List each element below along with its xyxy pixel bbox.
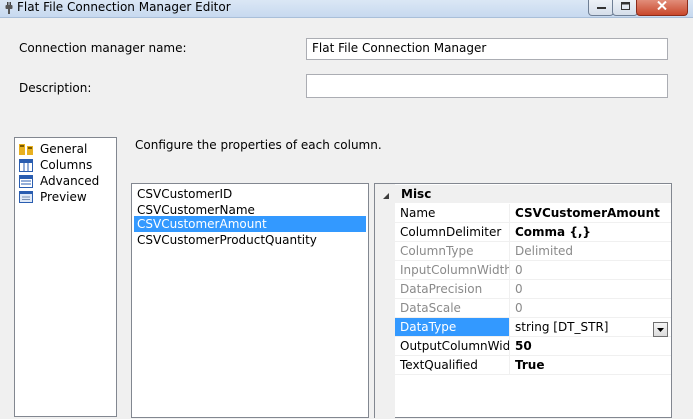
property-name: TextQualified <box>395 356 510 374</box>
property-row-output-column-width[interactable]: OutputColumnWidth 50 <box>395 337 671 356</box>
property-name: ColumnDelimiter <box>395 223 510 241</box>
property-name: ColumnType <box>395 242 510 260</box>
property-value[interactable]: Comma {,} <box>511 223 671 241</box>
nav-item-label: Columns <box>40 158 93 172</box>
dropdown-button[interactable] <box>653 322 668 337</box>
connection-name-input[interactable]: Flat File Connection Manager <box>306 38 668 60</box>
property-value[interactable]: 50 <box>511 337 671 355</box>
nav-item-advanced[interactable]: Advanced <box>19 173 99 189</box>
nav-item-general[interactable]: General <box>19 141 87 157</box>
property-row-text-qualified[interactable]: TextQualified True <box>395 356 671 375</box>
property-row-input-column-width[interactable]: InputColumnWidth 0 <box>395 261 671 280</box>
advanced-icon <box>19 174 34 188</box>
property-name: InputColumnWidth <box>395 261 510 279</box>
general-icon <box>19 143 34 156</box>
property-name: OutputColumnWidth <box>395 337 510 355</box>
description-input[interactable] <box>306 74 668 98</box>
nav-item-columns[interactable]: Columns <box>19 157 92 173</box>
nav-item-label: Advanced <box>40 174 100 188</box>
property-value: 0 <box>515 301 523 315</box>
property-name: DataType <box>395 318 510 336</box>
property-value: 0 <box>515 263 523 277</box>
property-value[interactable]: CSVCustomerAmount <box>511 204 671 222</box>
property-value: Delimited <box>515 244 574 258</box>
nav-item-preview[interactable]: Preview <box>19 189 87 205</box>
list-item-selected[interactable]: CSVCustomerAmount <box>134 216 366 232</box>
columns-icon <box>19 158 34 172</box>
property-row-column-type[interactable]: ColumnType Delimited <box>395 242 671 261</box>
property-name: DataScale <box>395 299 510 317</box>
property-name: Name <box>395 204 510 222</box>
property-row-data-type[interactable]: DataType string [DT_STR] <box>395 318 671 337</box>
list-item[interactable]: CSVCustomerProductQuantity <box>134 232 366 248</box>
page-navigation-list: General Columns Advanced Preview <box>14 137 117 417</box>
description-label: Description: <box>19 81 92 95</box>
list-item[interactable]: CSVCustomerID <box>134 186 366 202</box>
property-row-column-delimiter[interactable]: ColumnDelimiter Comma {,} <box>395 223 671 242</box>
connection-name-label: Connection manager name: <box>19 41 187 55</box>
property-value: 0 <box>515 282 523 296</box>
property-name: DataPrecision <box>395 280 510 298</box>
preview-icon <box>19 190 34 204</box>
instruction-text: Configure the properties of each column. <box>135 138 382 152</box>
chevron-down-icon <box>657 327 664 332</box>
column-list[interactable]: CSVCustomerID CSVCustomerName CSVCustome… <box>131 183 369 418</box>
minimize-icon <box>596 6 606 9</box>
maximize-icon <box>620 1 630 10</box>
window-title: Flat File Connection Manager Editor <box>17 0 231 14</box>
close-icon <box>657 1 667 10</box>
maximize-button[interactable] <box>612 0 638 16</box>
collapse-arrow-icon[interactable] <box>382 189 390 203</box>
nav-item-label: Preview <box>40 190 87 204</box>
category-label: Misc <box>401 187 432 201</box>
nav-item-label: General <box>40 142 88 156</box>
data-type-dropdown[interactable]: string [DT_STR] <box>511 318 671 336</box>
property-grid[interactable]: Misc Name CSVCustomerAmount ColumnDelimi… <box>374 183 672 419</box>
category-row[interactable]: Misc <box>375 185 671 203</box>
property-row-name[interactable]: Name CSVCustomerAmount <box>395 204 671 223</box>
close-button[interactable] <box>636 0 688 16</box>
minimize-button[interactable] <box>588 0 614 16</box>
property-row-data-precision[interactable]: DataPrecision 0 <box>395 280 671 299</box>
property-row-data-scale[interactable]: DataScale 0 <box>395 299 671 318</box>
connection-plug-icon <box>4 2 14 14</box>
property-value[interactable]: True <box>511 356 671 374</box>
property-grid-gutter <box>375 184 395 419</box>
title-bar[interactable]: Flat File Connection Manager Editor <box>0 0 693 18</box>
